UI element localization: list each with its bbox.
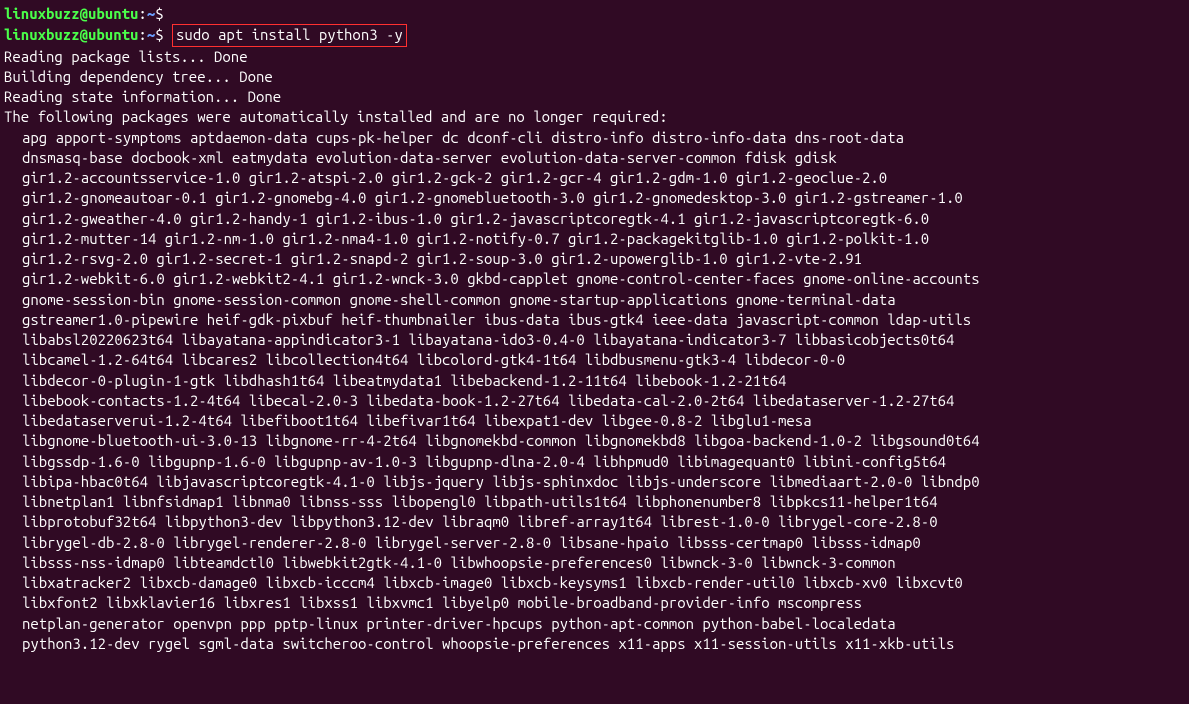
- prompt-user: linuxbuzz@ubuntu: [4, 26, 138, 43]
- package-line: libabsl20220623t64 libayatana-appindicat…: [4, 330, 1185, 350]
- package-line: libgssdp-1.6-0 libgupnp-1.6-0 libgupnp-a…: [4, 452, 1185, 472]
- prompt-user: linuxbuzz@ubuntu: [4, 5, 138, 22]
- package-line: gir1.2-accountsservice-1.0 gir1.2-atspi-…: [4, 168, 1185, 188]
- package-line: libdecor-0-plugin-1-gtk libdhash1t64 lib…: [4, 371, 1185, 391]
- package-line: libprotobuf32t64 libpython3-dev libpytho…: [4, 512, 1185, 532]
- prompt-line-1: linuxbuzz@ubuntu:~$: [4, 4, 1185, 24]
- package-line: gnome-session-bin gnome-session-common g…: [4, 290, 1185, 310]
- package-line: gir1.2-mutter-14 gir1.2-nm-1.0 gir1.2-nm…: [4, 229, 1185, 249]
- package-line: libsss-nss-idmap0 libteamdctl0 libwebkit…: [4, 553, 1185, 573]
- output-reading-lists: Reading package lists... Done: [4, 47, 1185, 67]
- package-line: libxfont2 libxklavier16 libxres1 libxss1…: [4, 593, 1185, 613]
- package-line: gir1.2-webkit-6.0 gir1.2-webkit2-4.1 gir…: [4, 269, 1185, 289]
- prompt-sep: :: [138, 26, 146, 43]
- prompt-path: ~: [147, 5, 155, 22]
- command-highlight-box: sudo apt install python3 -y: [172, 24, 407, 46]
- package-line: libipa-hbac0t64 libjavascriptcoregtk-4.1…: [4, 472, 1185, 492]
- package-line: gstreamer1.0-pipewire heif-gdk-pixbuf he…: [4, 310, 1185, 330]
- package-line: libnetplan1 libnfsidmap1 libnma0 libnss-…: [4, 492, 1185, 512]
- output-reading-state: Reading state information... Done: [4, 87, 1185, 107]
- package-line: netplan-generator openvpn ppp pptp-linux…: [4, 614, 1185, 634]
- package-line: librygel-db-2.8-0 librygel-renderer-2.8-…: [4, 533, 1185, 553]
- prompt-symbol: $: [155, 26, 163, 43]
- package-line: gir1.2-rsvg-2.0 gir1.2-secret-1 gir1.2-s…: [4, 249, 1185, 269]
- package-line: python3.12-dev rygel sgml-data switchero…: [4, 634, 1185, 654]
- package-list: apg apport-symptoms aptdaemon-data cups-…: [4, 128, 1185, 655]
- package-line: dnsmasq-base docbook-xml eatmydata evolu…: [4, 148, 1185, 168]
- prompt-path: ~: [147, 26, 155, 43]
- output-following-msg: The following packages were automaticall…: [4, 107, 1185, 127]
- prompt-line-2[interactable]: linuxbuzz@ubuntu:~$ sudo apt install pyt…: [4, 24, 1185, 46]
- command-text: sudo apt install python3 -y: [176, 26, 403, 43]
- package-line: libebook-contacts-1.2-4t64 libecal-2.0-3…: [4, 391, 1185, 411]
- prompt-symbol: $: [155, 5, 163, 22]
- package-line: libedataserverui-1.2-4t64 libefiboot1t64…: [4, 411, 1185, 431]
- package-line: libcamel-1.2-64t64 libcares2 libcollecti…: [4, 350, 1185, 370]
- package-line: gir1.2-gnomeautoar-0.1 gir1.2-gnomebg-4.…: [4, 188, 1185, 208]
- package-line: libxatracker2 libxcb-damage0 libxcb-iccc…: [4, 573, 1185, 593]
- prompt-sep: :: [138, 5, 146, 22]
- package-line: libgnome-bluetooth-ui-3.0-13 libgnome-rr…: [4, 431, 1185, 451]
- package-line: apg apport-symptoms aptdaemon-data cups-…: [4, 128, 1185, 148]
- package-line: gir1.2-gweather-4.0 gir1.2-handy-1 gir1.…: [4, 209, 1185, 229]
- output-building-tree: Building dependency tree... Done: [4, 67, 1185, 87]
